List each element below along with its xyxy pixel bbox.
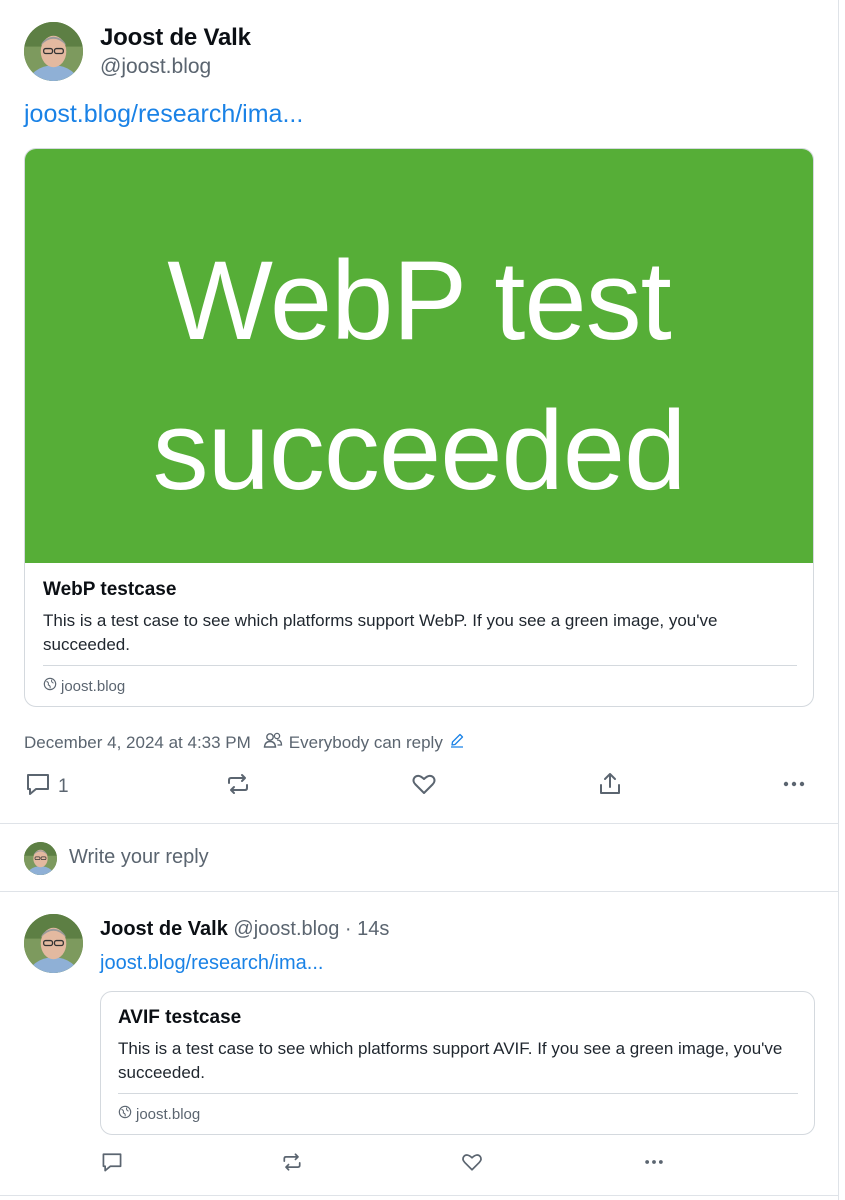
- image-text-line2: succeeded: [152, 388, 687, 513]
- like-button[interactable]: [410, 770, 438, 804]
- divider: [0, 891, 838, 892]
- card-domain: joost.blog: [43, 677, 125, 695]
- edit-icon[interactable]: [449, 732, 465, 753]
- reply-card-domain-text: joost.blog: [136, 1105, 201, 1123]
- reply-like-button[interactable]: [460, 1150, 484, 1180]
- reply-author-name[interactable]: Joost de Valk: [100, 918, 228, 940]
- globe-icon: [118, 1105, 132, 1123]
- reply-card-description: This is a test case to see which platfor…: [118, 1039, 783, 1082]
- link-preview-card[interactable]: WebP test succeeded WebP testcase This i…: [24, 148, 814, 707]
- reply-card-title: AVIF testcase: [118, 1007, 242, 1028]
- card-divider: [43, 665, 797, 666]
- author-avatar[interactable]: [24, 22, 83, 81]
- reply-header: Joost de Valk @joost.blog · 14s: [100, 918, 389, 941]
- divider: [0, 1195, 838, 1196]
- comment-icon: [100, 1150, 124, 1180]
- more-options-button[interactable]: [780, 770, 808, 804]
- card-domain-text: joost.blog: [61, 677, 126, 695]
- globe-icon: [43, 677, 57, 695]
- like-icon: [410, 770, 438, 804]
- more-icon: [642, 1150, 666, 1180]
- card-description: This is a test case to see which platfor…: [43, 611, 718, 654]
- comment-icon: [24, 770, 52, 804]
- post-meta: December 4, 2024 at 4:33 PM Everybody ca…: [24, 731, 465, 754]
- repost-button[interactable]: [224, 770, 252, 804]
- reply-reply-button[interactable]: [100, 1150, 124, 1180]
- card-divider: [118, 1093, 798, 1094]
- reply-count: 1: [58, 776, 69, 797]
- post-actions: 1: [24, 770, 814, 806]
- reply-setting-label: Everybody can reply: [288, 732, 443, 752]
- reply-repost-button[interactable]: [280, 1150, 304, 1180]
- post-link[interactable]: joost.blog/research/ima...: [24, 100, 303, 129]
- reply-link-preview-card[interactable]: AVIF testcase This is a test case to see…: [100, 991, 815, 1135]
- reply-link[interactable]: joost.blog/research/ima...: [100, 952, 323, 975]
- reply-button[interactable]: 1: [24, 770, 69, 804]
- reply-actions: [100, 1150, 815, 1178]
- author-handle[interactable]: @joost.blog: [100, 55, 211, 79]
- post-timestamp[interactable]: December 4, 2024 at 4:33 PM: [24, 733, 251, 753]
- people-icon: [263, 731, 283, 754]
- author-name[interactable]: Joost de Valk: [100, 24, 251, 52]
- reply-author-handle[interactable]: @joost.blog: [233, 918, 339, 940]
- reply-more-options-button[interactable]: [642, 1150, 666, 1180]
- repost-icon: [280, 1150, 304, 1180]
- reply-time[interactable]: · 14s: [345, 918, 389, 940]
- thread-panel: Joost de Valk @joost.blog joost.blog/res…: [0, 0, 839, 1200]
- like-icon: [460, 1150, 484, 1180]
- share-icon: [596, 770, 624, 804]
- divider: [0, 823, 838, 824]
- more-icon: [780, 770, 808, 804]
- share-button[interactable]: [596, 770, 624, 804]
- repost-icon: [224, 770, 252, 804]
- image-text-line1: WebP test: [167, 238, 672, 363]
- composer-avatar: [24, 842, 57, 875]
- link-preview-image: WebP test succeeded: [25, 149, 813, 563]
- reply-author-avatar[interactable]: [24, 914, 83, 973]
- reply-composer-input[interactable]: Write your reply: [69, 846, 209, 869]
- card-title: WebP testcase: [43, 579, 177, 600]
- reply-card-domain: joost.blog: [118, 1105, 200, 1123]
- reply-setting[interactable]: Everybody can reply: [263, 731, 465, 754]
